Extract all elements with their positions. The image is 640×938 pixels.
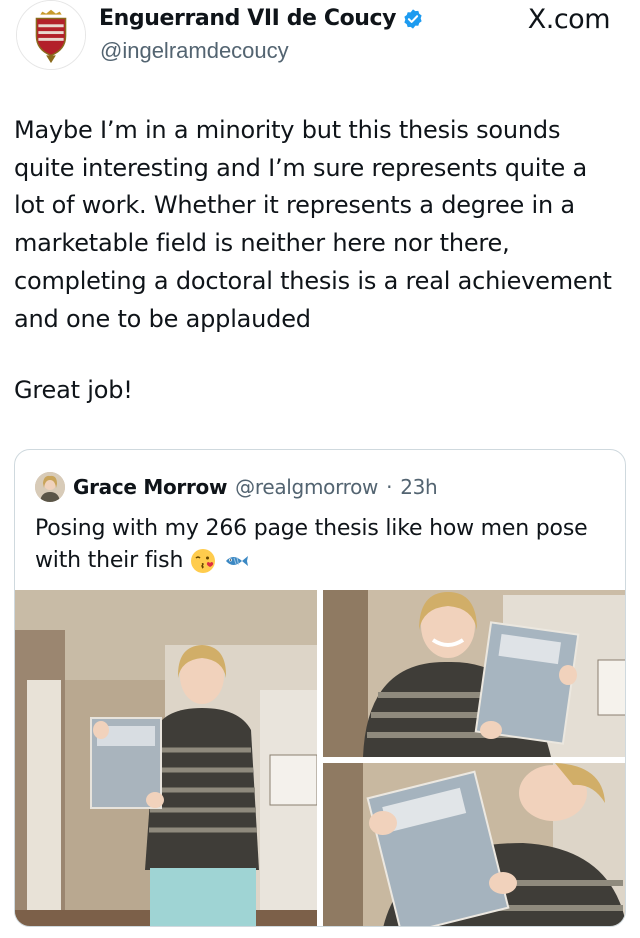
quoted-tweet-card[interactable]: Grace Morrow @realgmorrow · 23h Posing w… [14, 449, 626, 927]
kissing-face-emoji [190, 549, 215, 573]
person-avatar-icon [35, 472, 65, 502]
quoted-tweet-header: Grace Morrow @realgmorrow · 23h [35, 472, 438, 502]
verified-badge-icon [404, 8, 422, 29]
photo-holding-thesis-full[interactable] [15, 590, 317, 926]
quoted-tweet-text-content: Posing with my 266 page thesis like how … [35, 516, 588, 573]
quoted-timestamp[interactable]: 23h [400, 475, 438, 499]
quoted-tweet-text: Posing with my 266 page thesis like how … [35, 513, 605, 577]
photo-1-image [15, 590, 317, 926]
photo-holding-thesis-closeup[interactable] [323, 590, 625, 757]
author-avatar[interactable] [16, 0, 86, 70]
quoted-tweet-media [15, 590, 625, 926]
author-handle[interactable]: @ingelramdecoucy [100, 38, 289, 64]
photo-3-image [323, 763, 625, 926]
tweet-closing-text: Great job! [14, 376, 133, 404]
quoted-author-avatar[interactable] [35, 472, 65, 502]
quoted-separator: · [386, 475, 393, 499]
author-name-row: Enguerrand VII de Coucy [99, 6, 424, 31]
quoted-author-handle[interactable]: @realgmorrow [235, 475, 378, 499]
tweet-header: Enguerrand VII de Coucy @ingelramdecoucy… [0, 0, 640, 80]
brand-watermark: X.com [527, 4, 611, 35]
author-display-name[interactable]: Enguerrand VII de Coucy [99, 6, 397, 31]
photo-2-image [323, 590, 625, 757]
photo-kissing-thesis[interactable] [323, 763, 625, 926]
heraldic-shield-icon [17, 1, 85, 69]
tweet-body-text: Maybe I’m in a minority but this thesis … [14, 116, 612, 333]
fish-emoji [225, 556, 248, 566]
quoted-author-name[interactable]: Grace Morrow [73, 475, 227, 499]
